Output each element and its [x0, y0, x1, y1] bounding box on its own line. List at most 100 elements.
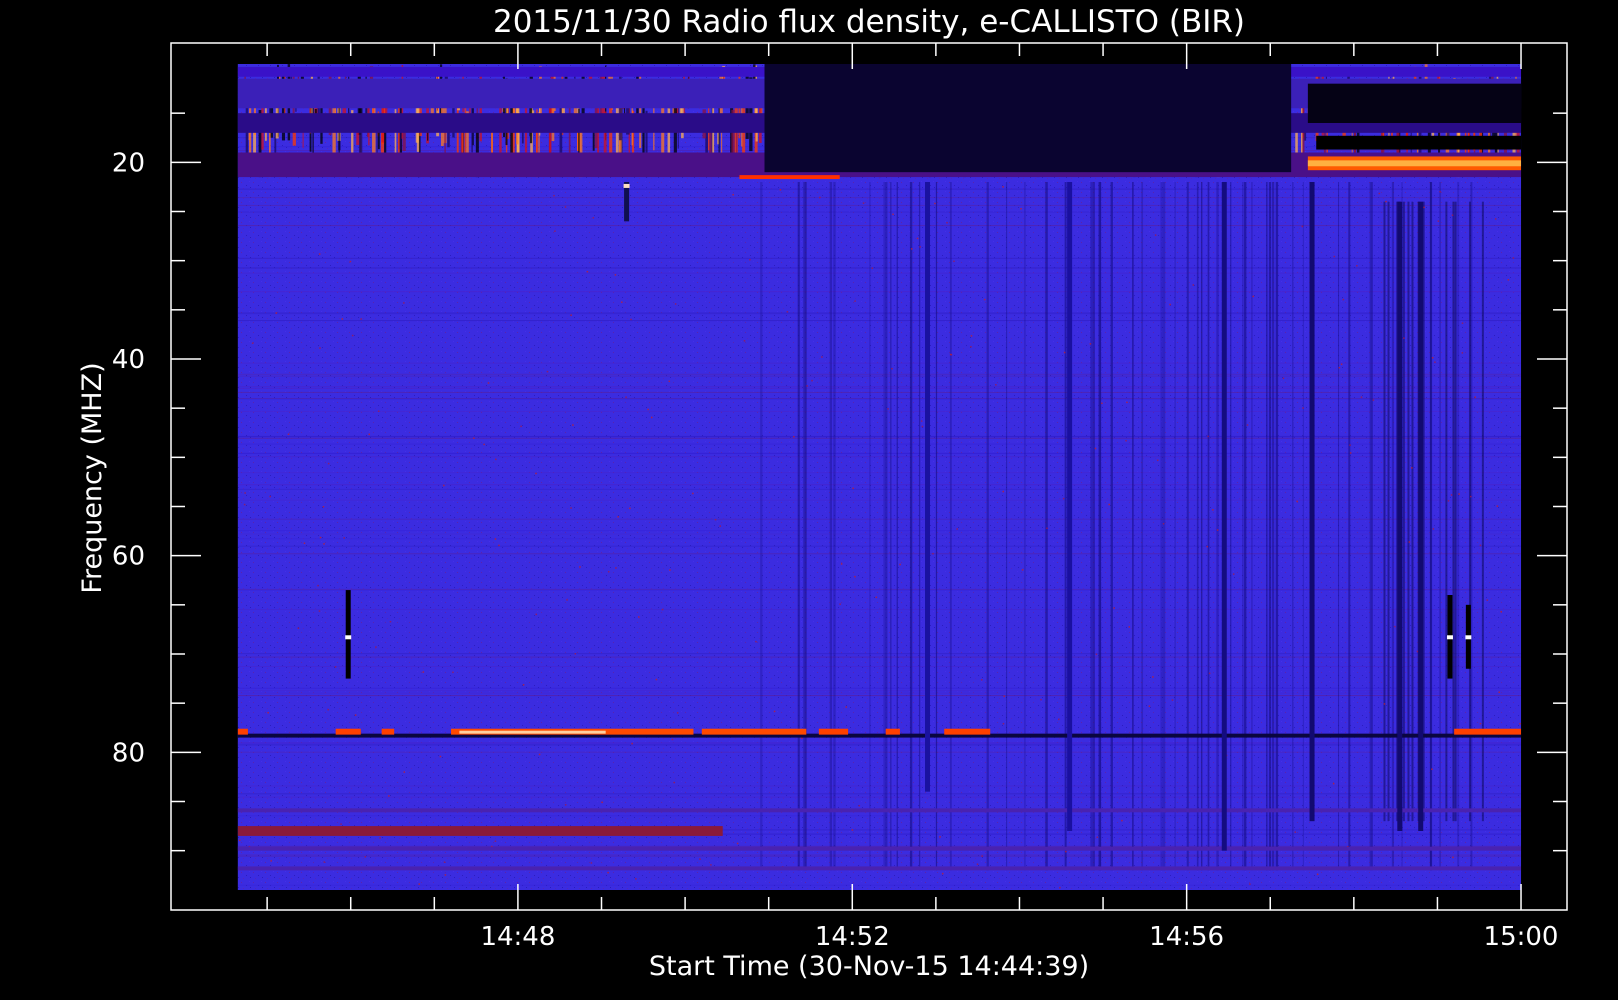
noise-speck	[1059, 886, 1061, 889]
noise-speck	[1094, 447, 1097, 450]
dark-streak	[1275, 182, 1279, 871]
noise-speck	[743, 340, 746, 342]
noise-speck	[699, 858, 701, 860]
noise-speck	[983, 298, 986, 301]
noise-row	[237, 785, 1522, 787]
noise-speck	[786, 311, 789, 313]
noise-speck	[899, 563, 901, 566]
noise-row	[237, 197, 1522, 199]
noise-row	[237, 453, 1522, 455]
emission-band	[818, 728, 849, 735]
noise-speck	[887, 408, 889, 410]
noise-speck	[1169, 303, 1171, 306]
emission-band	[885, 728, 900, 735]
noise-speck	[1216, 529, 1219, 531]
x-axis-label: Start Time (30-Nov-15 14:44:39)	[649, 951, 1089, 982]
emission-band	[739, 175, 840, 180]
dark-streak	[1091, 182, 1094, 871]
dark-streak	[869, 182, 871, 871]
noise-speck	[322, 506, 325, 508]
noise-speck	[614, 274, 617, 276]
noise-speck	[1461, 352, 1464, 354]
noise-row	[237, 653, 1522, 655]
noise-row	[237, 312, 1522, 314]
noise-speck	[858, 804, 861, 807]
noise-speck	[1378, 192, 1381, 195]
noise-row	[237, 267, 1522, 269]
emission-band	[701, 728, 807, 735]
noise-speck	[749, 258, 751, 261]
dark-streak	[1163, 182, 1166, 871]
y-axis-label: Frequency (MHZ)	[77, 362, 108, 593]
noise-speck	[655, 678, 658, 681]
noise-row	[237, 387, 1522, 389]
noise-speck	[1108, 503, 1110, 506]
dark-streak	[1302, 182, 1304, 871]
noise-speck	[1002, 186, 1004, 188]
dark-streak	[1337, 182, 1340, 871]
noise-speck	[630, 318, 632, 321]
noise-speck	[592, 217, 595, 219]
noise-row	[237, 518, 1522, 520]
noise-speck	[1333, 255, 1336, 258]
noise-speck	[351, 334, 354, 337]
noise-row	[237, 386, 1522, 388]
emission-band	[381, 728, 395, 735]
noise-speck	[839, 603, 841, 605]
noise-speck	[483, 443, 485, 446]
noise-speck	[995, 384, 997, 386]
noise-speck	[1431, 768, 1433, 770]
noise-speck	[1340, 363, 1343, 366]
noise-speck	[921, 425, 924, 428]
noise-speck	[1479, 722, 1482, 725]
noise-speck	[403, 771, 406, 773]
noise-speck	[554, 230, 556, 232]
dark-streak	[883, 182, 886, 871]
noise-speck	[629, 507, 631, 510]
noise-speck	[1498, 691, 1500, 693]
noise-speck	[1113, 607, 1115, 609]
dark-streak	[760, 182, 763, 871]
heatmap-layer	[237, 64, 1522, 890]
dark-streak	[1110, 182, 1113, 871]
dark-streak	[1242, 182, 1244, 871]
dark-streak	[1402, 201, 1405, 822]
noise-speck	[916, 237, 919, 240]
noise-speck	[1002, 490, 1005, 493]
dark-streak	[1481, 201, 1484, 822]
noise-row	[237, 391, 1522, 393]
noise-speck	[444, 874, 447, 876]
noise-speck	[546, 370, 549, 373]
x-tick-label: 14:52	[815, 922, 890, 952]
dark-streak	[1268, 182, 1272, 871]
y-tick-label: 40	[112, 345, 145, 375]
dark-streak	[1266, 182, 1268, 871]
noise-speck	[862, 202, 865, 204]
emission-band	[237, 866, 1522, 871]
dark-streak	[1457, 182, 1460, 871]
emission-band	[764, 64, 1292, 173]
dark-streak	[833, 182, 836, 871]
noise-row	[237, 545, 1522, 547]
dark-streak	[1230, 182, 1232, 871]
dark-streak	[1160, 182, 1163, 871]
dark-streak	[1445, 201, 1448, 822]
emission-band	[1307, 83, 1522, 123]
noise-speck	[941, 872, 944, 875]
noise-row	[237, 666, 1522, 668]
noise-speck	[854, 300, 856, 302]
noise-row	[237, 313, 1522, 315]
heatmap-noise	[237, 64, 1522, 890]
noise-row	[237, 692, 1522, 694]
noise-speck	[601, 801, 603, 804]
noise-speck	[360, 318, 362, 320]
noise-speck	[269, 495, 271, 498]
noise-speck	[668, 380, 671, 383]
dark-streak	[1271, 182, 1275, 871]
dark-streak	[1208, 182, 1210, 871]
noise-speck	[1301, 225, 1304, 228]
dark-streak	[1093, 182, 1095, 871]
dark-streak	[1251, 182, 1253, 871]
noise-row	[237, 796, 1522, 798]
noise-row	[237, 398, 1522, 400]
